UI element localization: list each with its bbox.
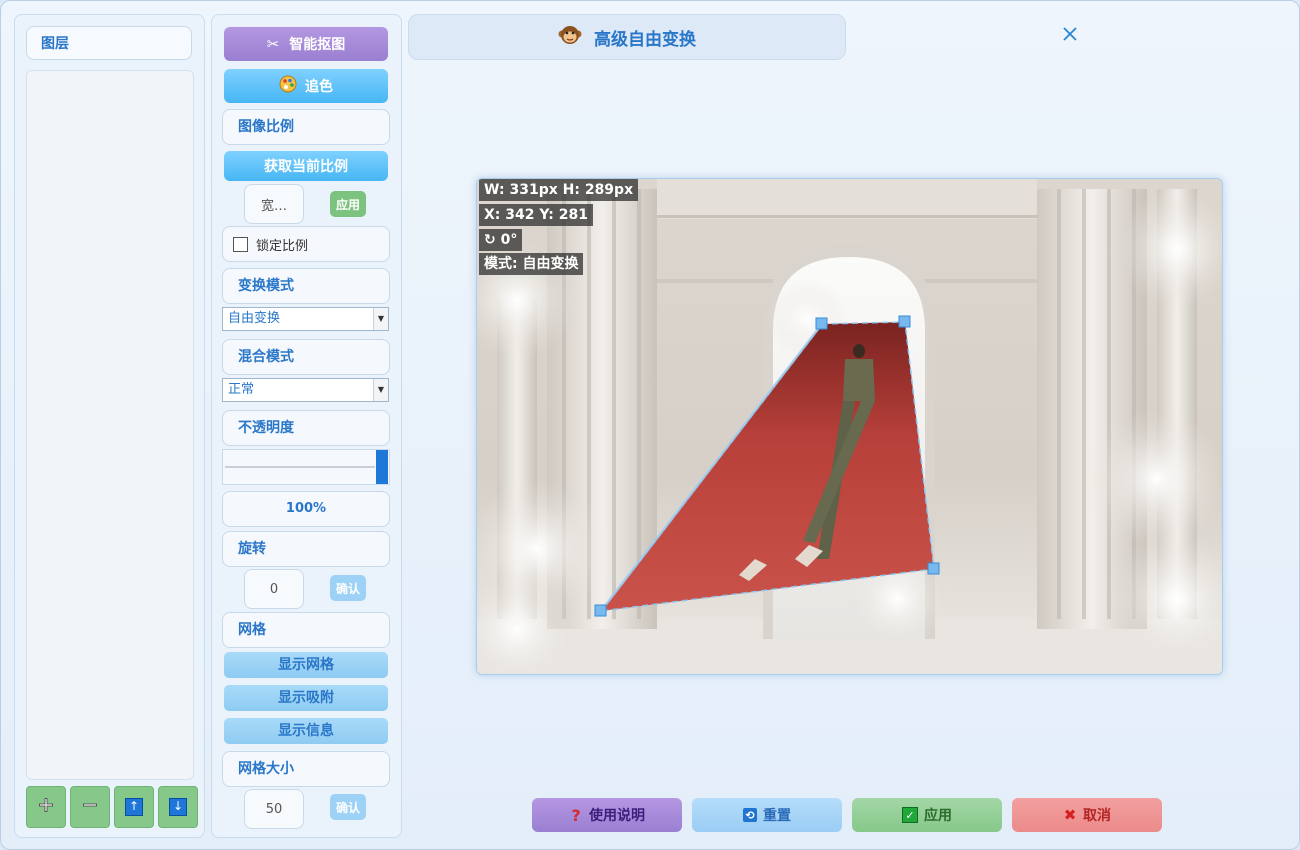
move-down-icon: ↓	[169, 798, 187, 816]
minus-icon	[80, 795, 100, 819]
color-match-label: 追色	[305, 79, 333, 95]
chevron-down-icon: ▼	[373, 308, 388, 330]
rotation-readout: ↻ 0°	[479, 229, 523, 251]
smart-cutout-button[interactable]: ✂ 智能抠图	[224, 27, 388, 61]
image-ratio-label: 图像比例	[222, 109, 390, 145]
grid-label: 网格	[222, 612, 390, 648]
opacity-slider-track	[225, 466, 375, 468]
lock-ratio-checkbox[interactable]	[233, 236, 248, 252]
get-current-ratio-label: 获取当前比例	[264, 159, 348, 175]
move-layer-up-button[interactable]: ↑	[114, 786, 154, 828]
layer-panel-title: 图层	[26, 26, 192, 60]
palette-icon	[279, 75, 297, 97]
apply-label: 应用	[924, 808, 952, 824]
transform-mode-label: 变换模式	[222, 268, 390, 304]
add-layer-button[interactable]	[26, 786, 66, 828]
grid-size-input[interactable]: 50	[244, 789, 304, 829]
dialog-title: 高级自由变换	[594, 29, 696, 50]
mode-readout: 模式: 自由变换	[479, 253, 584, 275]
cross-icon: ✖	[1063, 806, 1077, 824]
blend-mode-label: 混合模式	[222, 339, 390, 375]
smart-cutout-label: 智能抠图	[289, 37, 346, 53]
rotation-label: 旋转	[222, 531, 390, 567]
close-icon[interactable]	[1059, 25, 1081, 47]
size-readout: W: 331px H: 289px	[479, 179, 639, 201]
tools-panel: ✂ 智能抠图 追色 图像比例 获取当前比例 宽… 应用 锁定比例 变换模式 自由…	[211, 14, 402, 838]
add-icon	[36, 795, 56, 820]
layer-list[interactable]	[26, 70, 194, 780]
transform-canvas[interactable]: W: 331px H: 289px X: 342 Y: 281 ↻ 0° 模式:…	[476, 178, 1223, 675]
cancel-label: 取消	[1083, 808, 1111, 824]
lock-ratio-label: 锁定比例	[256, 238, 309, 254]
cancel-button[interactable]: ✖ 取消	[1012, 798, 1162, 832]
move-layer-down-button[interactable]: ↓	[158, 786, 198, 828]
opacity-slider[interactable]	[222, 449, 390, 485]
apply-button[interactable]: ✓ 应用	[852, 798, 1002, 832]
transform-mode-value: 自由变换	[228, 311, 281, 326]
opacity-value: 100%	[222, 491, 390, 527]
show-grid-button[interactable]: 显示网格	[224, 652, 388, 678]
layer-panel: 图层 ↑ ↓	[14, 14, 205, 838]
opacity-label: 不透明度	[222, 410, 390, 446]
blend-mode-select[interactable]: 正常 ▼	[222, 378, 389, 402]
monkey-icon	[558, 23, 582, 52]
question-icon: ?	[571, 805, 581, 825]
transform-mode-select[interactable]: 自由变换 ▼	[222, 307, 389, 331]
check-icon: ✓	[902, 807, 918, 823]
transform-dialog: 图层 ↑ ↓ ✂ 智能抠图 追色 图像比例 获取当前比例 宽… 应用 锁定比例 …	[0, 0, 1300, 850]
scissors-icon: ✂	[266, 35, 280, 53]
reset-button[interactable]: ⟲ 重置	[692, 798, 842, 832]
apply-ratio-button[interactable]: 应用	[330, 191, 366, 217]
move-up-icon: ↑	[125, 798, 143, 816]
reset-label: 重置	[763, 808, 791, 824]
ratio-width-input[interactable]: 宽…	[244, 184, 304, 224]
canvas-scene	[477, 179, 1222, 674]
grid-size-label: 网格大小	[222, 751, 390, 787]
rotation-input[interactable]: 0	[244, 569, 304, 609]
remove-layer-button[interactable]	[70, 786, 110, 828]
color-match-button[interactable]: 追色	[224, 69, 388, 103]
help-label: 使用说明	[589, 808, 645, 824]
grid-size-confirm-button[interactable]: 确认	[330, 794, 366, 820]
show-snap-button[interactable]: 显示吸附	[224, 685, 388, 711]
get-current-ratio-button[interactable]: 获取当前比例	[224, 151, 388, 181]
dialog-title-bar: 高级自由变换	[408, 14, 846, 60]
show-info-button[interactable]: 显示信息	[224, 718, 388, 744]
help-button[interactable]: ? 使用说明	[532, 798, 682, 832]
blend-mode-value: 正常	[228, 382, 255, 397]
chevron-down-icon: ▼	[373, 379, 388, 401]
rotation-confirm-button[interactable]: 确认	[330, 575, 366, 601]
position-readout: X: 342 Y: 281	[479, 204, 593, 226]
lock-ratio-row[interactable]: 锁定比例	[222, 226, 390, 262]
opacity-slider-thumb[interactable]	[376, 450, 388, 484]
refresh-icon: ⟲	[743, 808, 757, 822]
